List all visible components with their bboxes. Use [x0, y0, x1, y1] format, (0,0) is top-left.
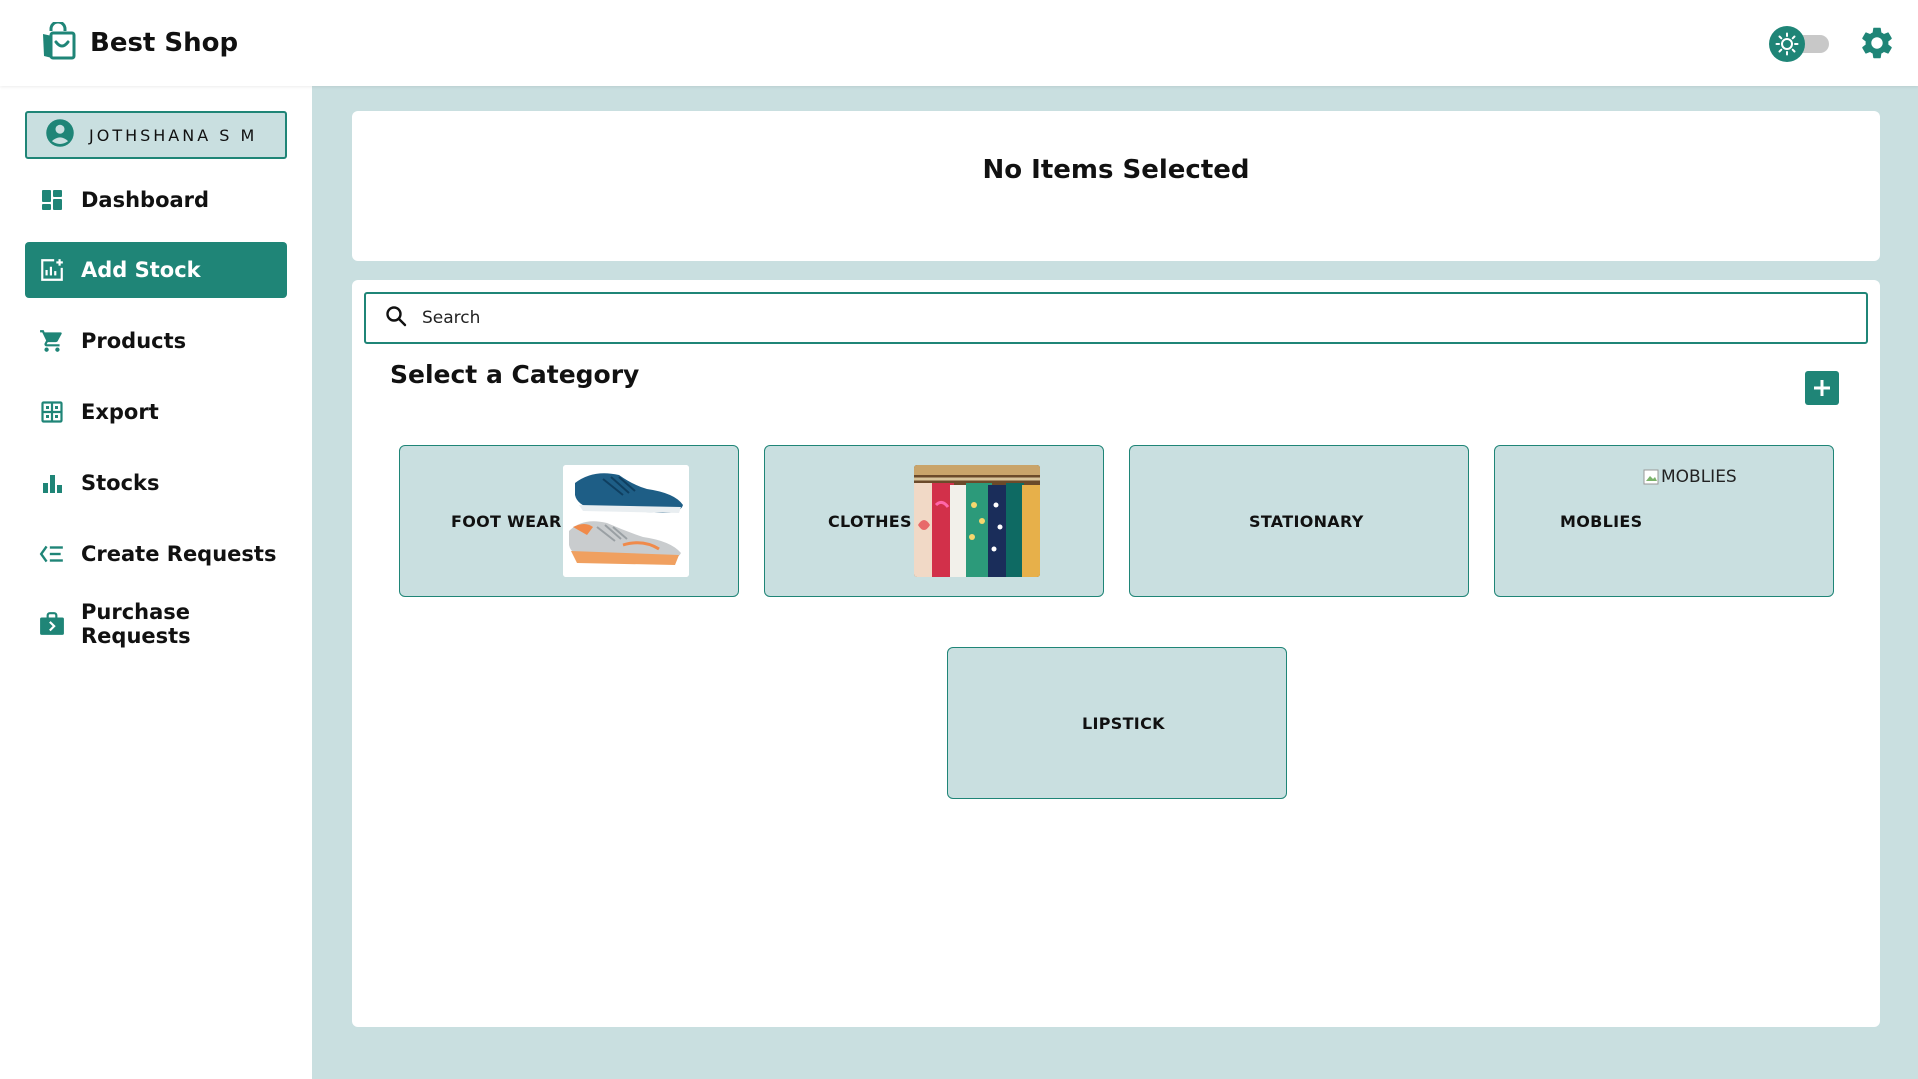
- account-circle-icon: [45, 118, 75, 152]
- category-label: STATIONARY: [1249, 512, 1364, 531]
- category-label: CLOTHES: [828, 512, 912, 531]
- category-tile-mobiles[interactable]: MOBLIES MOBLIES: [1494, 445, 1834, 597]
- sidebar-item-label: Add Stock: [81, 258, 201, 282]
- sidebar-item-label: Export: [81, 400, 159, 424]
- list-add-icon: [39, 541, 65, 567]
- search-input[interactable]: [422, 308, 1822, 328]
- shopping-bag-icon: [40, 20, 76, 64]
- category-tile-foot-wear[interactable]: FOOT WEAR: [399, 445, 739, 597]
- bag-icon: [39, 611, 65, 637]
- category-label: FOOT WEAR: [451, 512, 562, 531]
- brand-name: Best Shop: [90, 28, 239, 58]
- category-tile-stationary[interactable]: STATIONARY: [1129, 445, 1469, 597]
- selected-items-title: No Items Selected: [982, 155, 1250, 185]
- selected-items-panel: No Items Selected: [352, 111, 1880, 261]
- theme-toggle[interactable]: [1769, 26, 1831, 62]
- sidebar-item-export[interactable]: Export: [25, 384, 287, 440]
- sidebar-item-label: Create Requests: [81, 542, 277, 566]
- sun-icon: [1769, 26, 1805, 62]
- shoes-image: [563, 465, 689, 577]
- section-title: Select a Category: [390, 360, 640, 389]
- sidebar-item-label: Purchase Requests: [81, 600, 191, 648]
- user-name: JOTHSHANA S M: [89, 125, 258, 145]
- settings-gear-icon[interactable]: [1858, 24, 1896, 62]
- sidebar-item-label: Dashboard: [81, 188, 210, 212]
- sidebar-item-label: Stocks: [81, 471, 160, 495]
- category-panel: Select a Category FOOT WEAR: [352, 280, 1880, 1027]
- category-tile-lipstick[interactable]: LIPSTICK: [947, 647, 1287, 799]
- sidebar-item-add-stock[interactable]: Add Stock: [25, 242, 287, 298]
- sidebar-item-stocks[interactable]: Stocks: [25, 455, 287, 511]
- category-tile-clothes[interactable]: CLOTHES: [764, 445, 1104, 597]
- dashboard-icon: [39, 187, 65, 213]
- cart-icon: [39, 328, 65, 354]
- category-label: LIPSTICK: [1082, 714, 1165, 733]
- image-alt-text: MOBLIES: [1661, 467, 1737, 487]
- search-icon: [384, 304, 408, 332]
- user-profile-chip[interactable]: JOTHSHANA S M: [25, 111, 287, 159]
- sidebar-item-create-requests[interactable]: Create Requests: [25, 526, 287, 582]
- category-label: MOBLIES: [1560, 512, 1643, 531]
- sidebar: JOTHSHANA S M Dashboard Add Stock Produc…: [0, 86, 312, 1079]
- add-category-button[interactable]: [1805, 371, 1839, 405]
- sidebar-item-dashboard[interactable]: Dashboard: [25, 172, 287, 228]
- broken-image-icon: MOBLIES: [1643, 467, 1737, 487]
- sidebar-item-label: Products: [81, 329, 187, 353]
- plus-icon: [1814, 380, 1830, 396]
- bar-chart-icon: [39, 470, 65, 496]
- brand[interactable]: Best Shop: [40, 20, 239, 64]
- add-chart-icon: [39, 257, 65, 283]
- sidebar-item-products[interactable]: Products: [25, 313, 287, 369]
- clothes-rack-image: [914, 465, 1040, 577]
- grid-icon: [39, 399, 65, 425]
- top-bar: Best Shop: [0, 0, 1918, 86]
- search-box[interactable]: [364, 292, 1868, 344]
- sidebar-item-purchase-requests[interactable]: Purchase Requests: [25, 596, 287, 652]
